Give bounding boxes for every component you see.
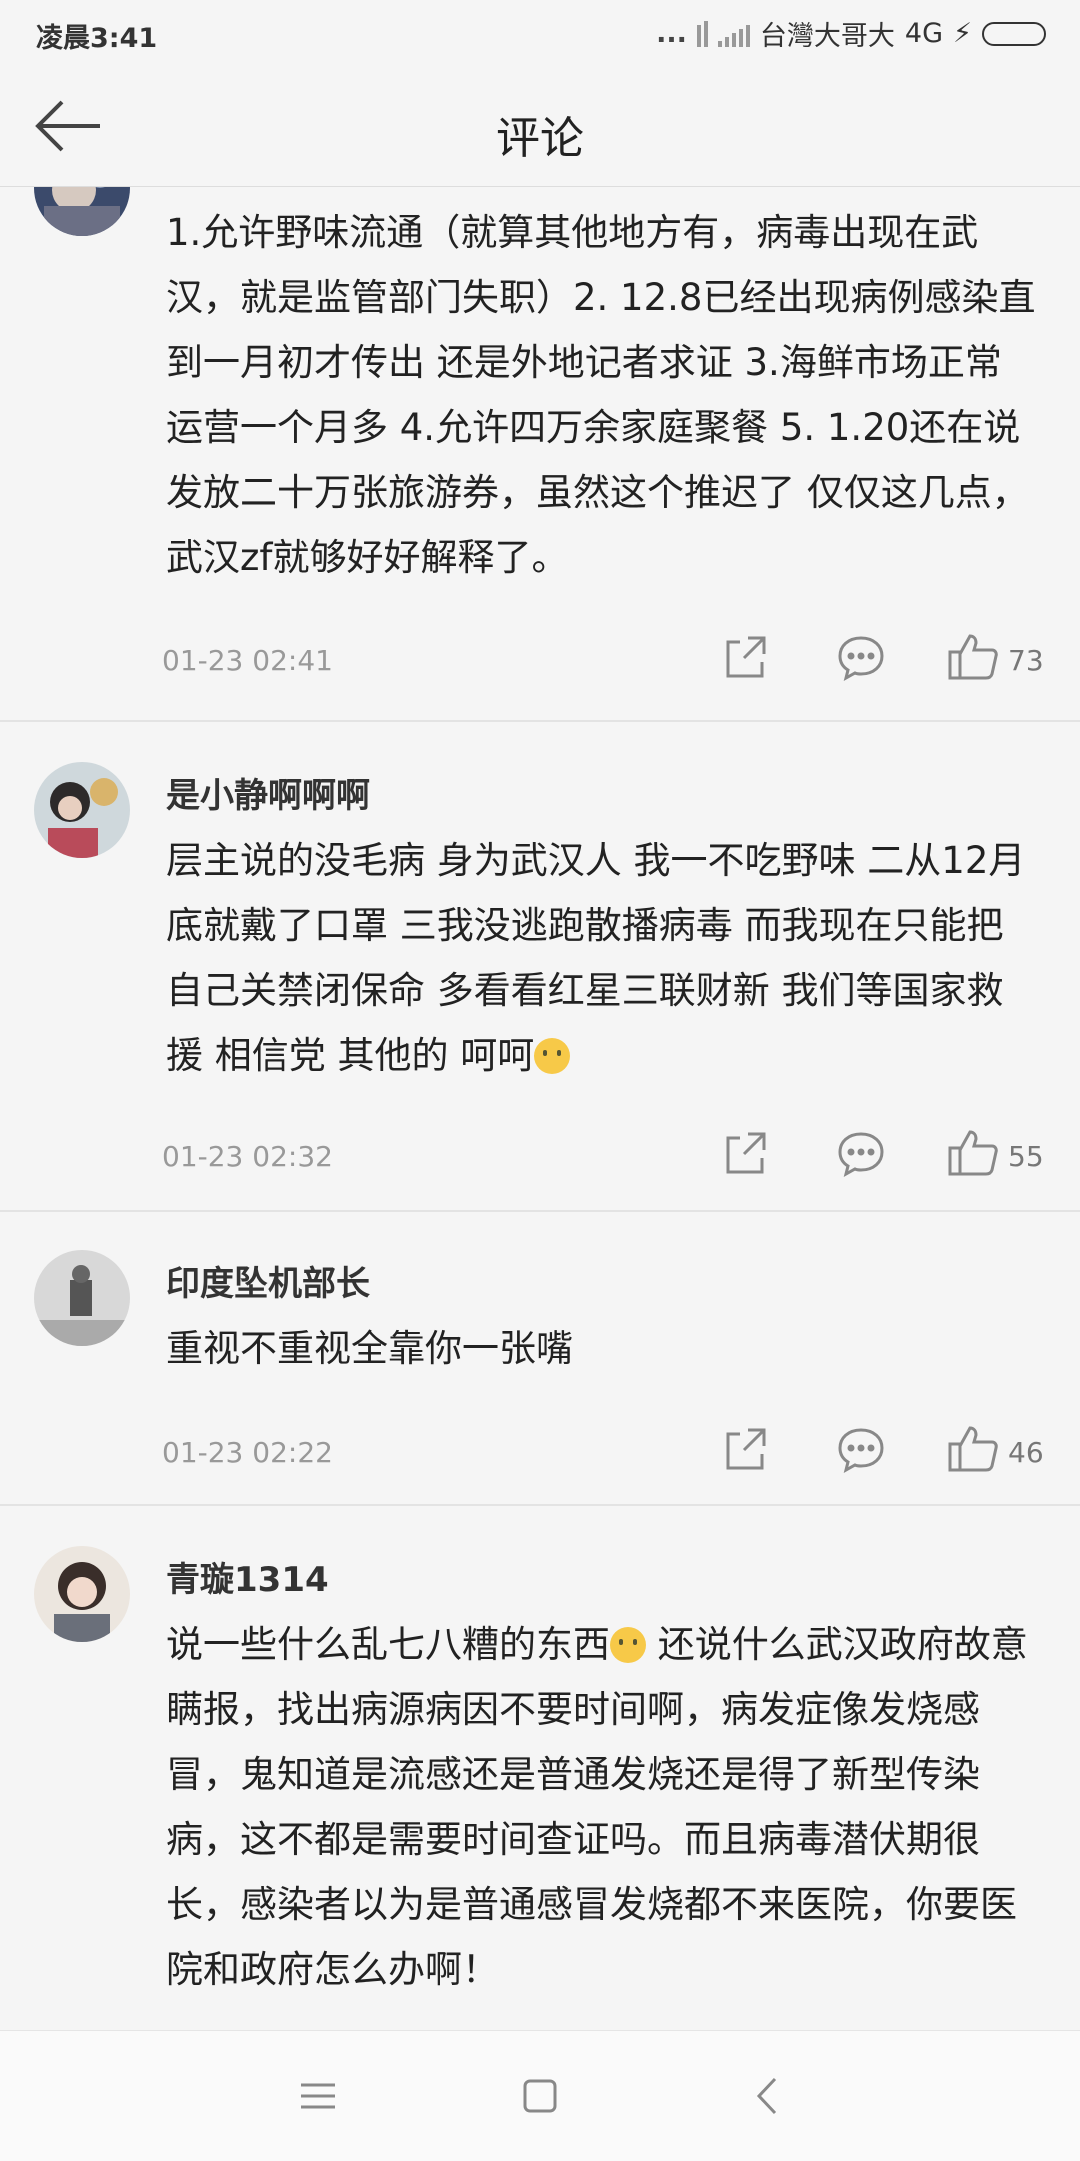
comment-item: 青璇1314 说一些什么乱七八糟的东西 还说什么武汉政府故意瞒报，找出病源病因不… [0,1506,1080,2030]
thumbs-up-icon[interactable] [946,1126,1000,1180]
comment-item: 是小静啊啊啊 层主说的没毛病 身为武汉人 我一不吃野味 二从12月底就戴了口罩 … [0,722,1080,1212]
comment-date: 01-23 02:22 [162,1436,333,1469]
commenter-name[interactable]: 青璇1314 [166,1552,329,1601]
like-count: 55 [1008,1140,1044,1173]
like-count: 46 [1008,1436,1044,1469]
signal-icon [717,21,750,47]
comment-text-body: 层主说的没毛病 身为武汉人 我一不吃野味 二从12月底就戴了口罩 三我没逃跑散播… [166,839,1026,1077]
more-dots-icon: ... [656,18,687,49]
comment-icon[interactable] [834,630,888,684]
menu-icon[interactable] [293,2071,343,2121]
data-activity-icon [696,20,708,47]
charging-icon: ⚡ [953,18,972,49]
share-icon[interactable] [718,630,772,684]
back-icon[interactable] [743,2071,793,2121]
status-icons: ... 台灣大哥大 4G ⚡ [656,14,1046,53]
share-icon[interactable] [718,1126,772,1180]
commenter-name[interactable]: 印度坠机部长 [166,1256,370,1305]
share-icon[interactable] [718,1422,772,1476]
network-type: 4G [904,18,944,49]
page-title: 评论 [496,113,584,164]
app-header: 评论 [0,64,1080,187]
comment-text: 层主说的没毛病 身为武汉人 我一不吃野味 二从12月底就戴了口罩 三我没逃跑散播… [166,828,1036,1088]
system-nav-bar [0,2030,1080,2161]
status-time: 凌晨3:41 [36,23,158,54]
comment-icon[interactable] [834,1126,888,1180]
comment-meta: 01-23 02:22 46 [162,1422,1080,1482]
comment-text-body: 还说什么武汉政府故意瞒报，找出病源病因不要时间啊，病发症像发烧感冒，鬼知道是流感… [166,1623,1028,1991]
comment-icon[interactable] [834,1422,888,1476]
commenter-name[interactable]: 是小静啊啊啊 [166,768,370,817]
comment-meta: 01-23 02:32 55 [162,1126,1080,1186]
avatar[interactable] [34,1250,130,1346]
comment-meta: 01-23 02:41 73 [162,630,1080,690]
comment-feed: 1.允许野味流通（就算其他地方有，病毒出现在武汉，就是监管部门失职）2. 12.… [0,0,1080,2160]
comment-date: 01-23 02:32 [162,1140,333,1173]
avatar[interactable] [34,1546,130,1642]
carrier-name: 台灣大哥大 [759,21,895,52]
smile-emoji [534,1038,571,1074]
comment-date: 01-23 02:41 [162,644,333,677]
thumbs-up-icon[interactable] [946,630,1000,684]
comment-text: 说一些什么乱七八糟的东西 还说什么武汉政府故意瞒报，找出病源病因不要时间啊，病发… [166,1612,1036,2002]
home-icon[interactable] [515,2071,565,2121]
battery-icon [982,21,1046,46]
thinking-emoji [610,1627,646,1663]
comment-text: 重视不重视全靠你一张嘴 [166,1327,573,1370]
avatar[interactable] [34,762,130,858]
status-bar: 凌晨3:41 ... 台灣大哥大 4G ⚡ [0,0,1080,64]
comment-text: 1.允许野味流通（就算其他地方有，病毒出现在武汉，就是监管部门失职）2. 12.… [166,211,1036,579]
comment-item: 印度坠机部长 重视不重视全靠你一张嘴 01-23 02:22 46 [0,1212,1080,1506]
thumbs-up-icon[interactable] [946,1422,1000,1476]
comment-text-body: 说一些什么乱七八糟的东西 [166,1623,610,1666]
like-count: 73 [1008,644,1044,677]
